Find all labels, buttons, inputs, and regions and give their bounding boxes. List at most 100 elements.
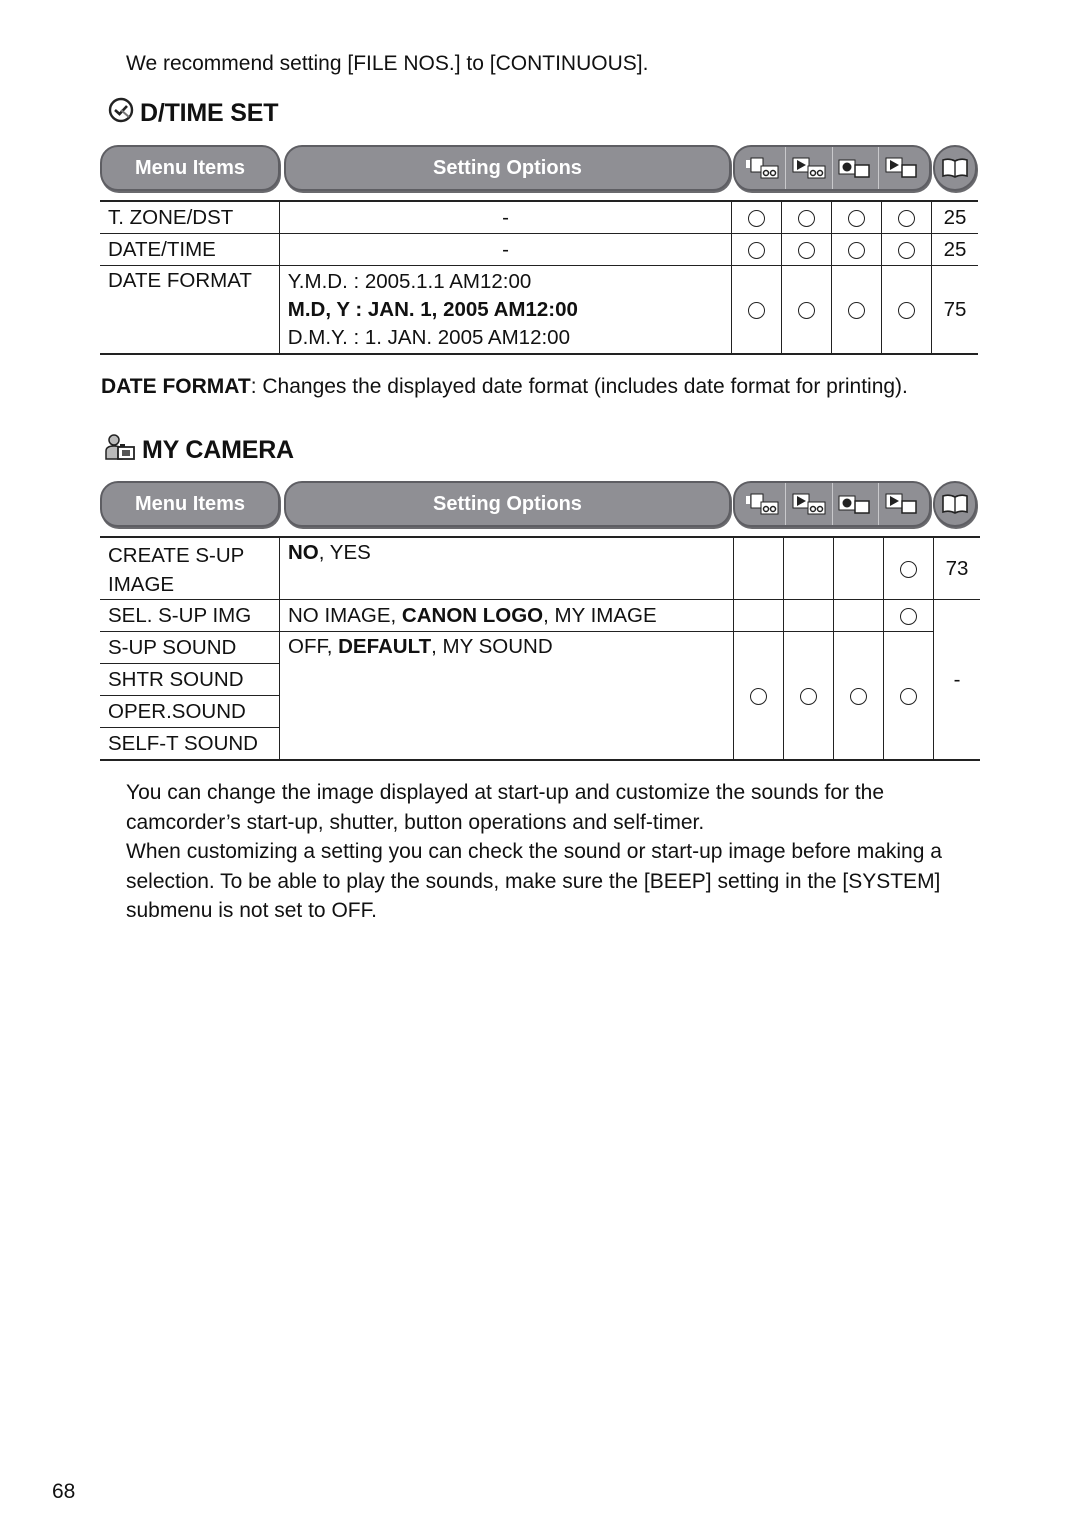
table-row: DATE FORMAT Y.M.D. : 2005.1.1 AM12:00 M.… xyxy=(100,265,978,355)
option-text: , MY IMAGE xyxy=(543,603,657,627)
menu-item: DATE/TIME xyxy=(100,233,280,266)
option-default: NO xyxy=(288,541,319,564)
menu-items-header: Menu Items xyxy=(100,481,280,527)
section-title-text: MY CAMERA xyxy=(142,436,294,464)
play-tape-icon xyxy=(786,147,833,189)
setting-options-header: Setting Options xyxy=(284,481,731,527)
available-circle-icon xyxy=(748,301,766,319)
available-circle-icon xyxy=(750,687,767,705)
setting-options: - xyxy=(278,233,733,266)
available-circle-icon xyxy=(900,607,917,625)
option-mdy-default: M.D, Y : JAN. 1, 2005 AM12:00 xyxy=(287,297,578,321)
mode-available xyxy=(733,631,784,761)
mode-unavailable xyxy=(783,536,834,600)
camera-card-icon xyxy=(833,483,880,525)
page-ref: 25 xyxy=(930,200,978,234)
available-circle-icon xyxy=(800,687,817,705)
option-default: DEFAULT xyxy=(338,635,432,658)
setting-options: - xyxy=(278,200,733,234)
camera-tape-icon xyxy=(739,483,786,525)
mode-available xyxy=(783,631,834,761)
my-camera-table: CREATE S-UP IMAGE NO, YES 73 SEL. S-UP I… xyxy=(100,536,980,761)
option-dmy: D.M.Y. : 1. JAN. 2005 AM12:00 xyxy=(287,325,570,349)
menu-item: CREATE S-UP IMAGE xyxy=(100,536,280,600)
mode-unavailable xyxy=(733,536,784,600)
available-circle-icon xyxy=(748,241,766,259)
mode-available xyxy=(781,233,833,266)
mode-available xyxy=(831,200,883,234)
intro-text: We recommend setting [FILE NOS.] to [CON… xyxy=(126,52,649,75)
mode-available xyxy=(731,265,783,355)
table-row: CREATE S-UP IMAGE NO, YES 73 xyxy=(100,536,980,600)
note-term: DATE FORMAT xyxy=(101,375,251,398)
mode-unavailable xyxy=(733,599,784,632)
available-circle-icon xyxy=(848,209,866,227)
mode-available xyxy=(881,233,932,266)
menu-item: DATE FORMAT xyxy=(100,265,280,355)
setting-options: NO, YES xyxy=(279,536,734,600)
menu-item: SHTR SOUND xyxy=(100,663,280,696)
available-circle-icon xyxy=(848,301,866,319)
mode-available xyxy=(831,265,883,355)
setting-options: Y.M.D. : 2005.1.1 AM12:00 M.D, Y : JAN. … xyxy=(278,265,733,355)
camera-card-icon xyxy=(833,147,880,189)
option-default: CANON LOGO xyxy=(401,603,544,627)
play-tape-icon xyxy=(786,483,833,525)
setting-options-header: Setting Options xyxy=(284,145,731,191)
mode-unavailable xyxy=(783,599,834,632)
table-header-dtime: Menu Items Setting Options xyxy=(100,145,980,197)
table-row: S-UP SOUND OFF, DEFAULT, MY SOUND xyxy=(100,631,980,761)
play-card-icon xyxy=(879,483,925,525)
body-text-1: You can change the image displayed at st… xyxy=(126,781,885,834)
section-title-dtime-set: D/TIME SET xyxy=(108,97,278,130)
available-circle-icon xyxy=(898,301,915,319)
mode-available xyxy=(781,265,833,355)
available-circle-icon xyxy=(898,241,915,259)
available-circle-icon xyxy=(850,687,867,705)
setting-options: OFF, DEFAULT, MY SOUND xyxy=(279,631,734,761)
body-text-2: When customizing a setting you can check… xyxy=(126,840,942,922)
page-number: 68 xyxy=(52,1480,76,1503)
section-title-my-camera: MY CAMERA xyxy=(104,433,294,468)
available-circle-icon xyxy=(798,301,816,319)
menu-item: SELF-T SOUND xyxy=(100,727,280,761)
mode-icons-header xyxy=(733,481,931,527)
clock-check-icon xyxy=(108,97,134,130)
note-text: : Changes the displayed date format (inc… xyxy=(250,375,908,398)
mode-icons-header xyxy=(733,145,931,191)
mode-available xyxy=(731,200,783,234)
mode-available xyxy=(883,631,934,761)
mode-available xyxy=(833,631,884,761)
available-circle-icon xyxy=(798,209,816,227)
dtime-set-table: T. ZONE/DST - 25 DATE/TIME - 25 DATE FOR… xyxy=(100,200,978,355)
setting-options: NO IMAGE, CANON LOGO, MY IMAGE xyxy=(279,599,734,632)
menu-items-header: Menu Items xyxy=(100,145,280,191)
mode-available xyxy=(881,200,932,234)
table-row: T. ZONE/DST - 25 xyxy=(100,200,978,234)
camera-tape-icon xyxy=(739,147,786,189)
table-row: SEL. S-UP IMG NO IMAGE, CANON LOGO, MY I… xyxy=(100,599,980,761)
available-circle-icon xyxy=(900,687,917,705)
date-format-note: DATE FORMAT: Changes the displayed date … xyxy=(101,372,908,402)
page-ref: 73 xyxy=(933,536,980,600)
page-ref: - xyxy=(933,599,980,761)
available-circle-icon xyxy=(898,209,915,227)
page-ref: 25 xyxy=(930,233,978,266)
option-text: , MY SOUND xyxy=(431,635,553,658)
option-ymd: Y.M.D. : 2005.1.1 AM12:00 xyxy=(287,269,532,293)
menu-item: SEL. S-UP IMG xyxy=(100,599,280,632)
body-paragraph: You can change the image displayed at st… xyxy=(126,778,986,926)
option-rest: , YES xyxy=(318,541,371,564)
book-icon xyxy=(933,481,977,527)
option-text: OFF, xyxy=(288,635,339,658)
mode-available xyxy=(883,599,934,632)
table-row: DATE/TIME - 25 xyxy=(100,233,978,266)
mode-available xyxy=(781,200,833,234)
available-circle-icon xyxy=(748,209,766,227)
mode-unavailable xyxy=(833,599,884,632)
available-circle-icon xyxy=(900,560,917,578)
option-text: NO IMAGE, xyxy=(288,603,402,627)
mode-available xyxy=(881,265,932,355)
mode-unavailable xyxy=(833,536,884,600)
mode-available xyxy=(883,536,934,600)
